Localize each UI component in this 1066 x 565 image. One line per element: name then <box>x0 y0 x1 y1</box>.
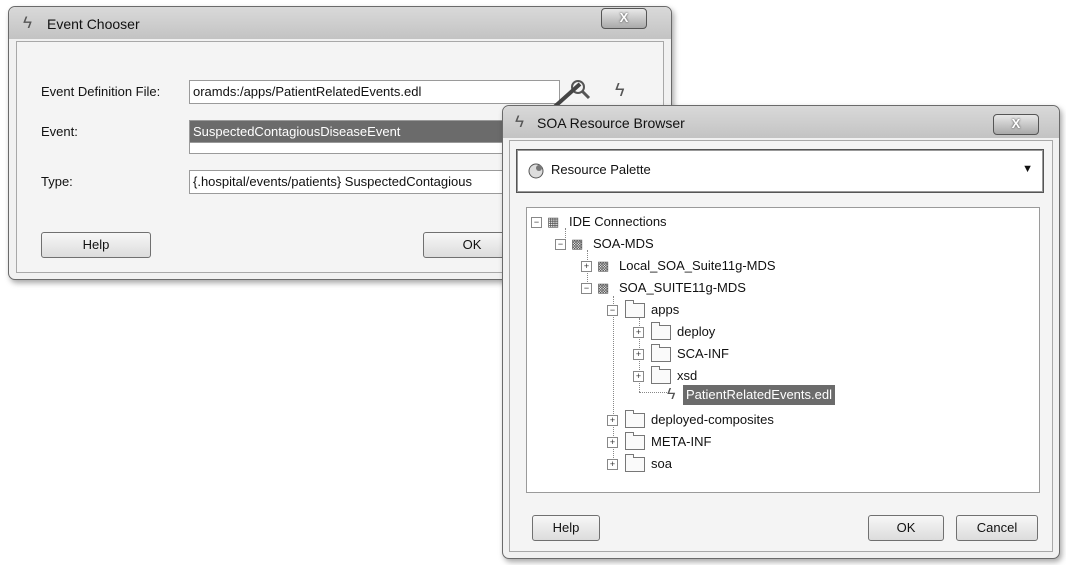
expand-icon[interactable]: + <box>607 437 618 448</box>
event-definition-label: Event Definition File: <box>41 84 161 99</box>
close-button[interactable]: X <box>993 114 1039 135</box>
tree-node-label: Local_SOA_Suite11g-MDS <box>619 258 776 273</box>
window-title: SOA Resource Browser <box>537 115 685 131</box>
tree-node-label: SCA-INF <box>677 346 729 361</box>
expand-icon[interactable]: + <box>607 459 618 470</box>
type-label: Type: <box>41 174 73 189</box>
connections-icon: ▦ <box>547 214 560 229</box>
event-label: Event: <box>41 124 78 139</box>
folder-icon <box>651 322 671 340</box>
expand-icon[interactable]: + <box>633 371 644 382</box>
tree-node-label: META-INF <box>651 434 712 449</box>
resource-tree[interactable]: − ▦ IDE Connections − ▩ SOA-MDS + ▩ Loca… <box>526 207 1040 493</box>
resource-browser-body: Resource Palette ▼ − ▦ IDE Connections −… <box>509 140 1053 552</box>
ok-button[interactable]: OK <box>868 515 944 541</box>
cancel-button-label: Cancel <box>976 520 1018 535</box>
folder-icon <box>625 300 645 318</box>
help-button-label: Help <box>552 520 580 535</box>
window-title: Event Chooser <box>47 16 140 32</box>
event-field-lower <box>189 142 514 154</box>
event-chooser-titlebar[interactable]: ϟ Event Chooser <box>9 7 671 39</box>
tree-node-label: IDE Connections <box>569 214 667 229</box>
tree-node-label: soa <box>651 456 672 471</box>
ok-button-label: OK <box>462 237 482 252</box>
ok-button-label: OK <box>896 520 916 535</box>
connection-icon: ▩ <box>597 280 610 295</box>
collapse-icon[interactable]: − <box>555 239 566 250</box>
connection-icon: ▩ <box>597 258 610 273</box>
resource-palette-dropdown[interactable]: Resource Palette ▼ <box>516 149 1044 193</box>
collapse-icon[interactable]: − <box>581 283 592 294</box>
folder-icon <box>651 366 671 384</box>
tree-node-label: SOA_SUITE11g-MDS <box>619 280 746 295</box>
resource-browser-window: ϟ SOA Resource Browser X Resource Palett… <box>502 105 1060 559</box>
tree-node-label: SOA-MDS <box>593 236 654 251</box>
resource-browser-titlebar[interactable]: ϟ SOA Resource Browser <box>503 106 1059 138</box>
close-button[interactable]: X <box>601 8 647 29</box>
type-field[interactable]: {.hospital/events/patients} SuspectedCon… <box>189 170 514 194</box>
lightning-icon: ϟ <box>515 112 524 131</box>
resource-palette-value: Resource Palette <box>551 162 651 177</box>
collapse-icon[interactable]: − <box>607 305 618 316</box>
event-field[interactable]: SuspectedContagiousDiseaseEvent <box>189 120 514 144</box>
tree-line <box>639 392 669 393</box>
help-button-label: Help <box>82 237 110 252</box>
tree-node-label: deploy <box>677 324 716 339</box>
tree-node-label: PatientRelatedEvents.edl <box>683 385 835 405</box>
tree-node-label: deployed-composites <box>651 412 774 427</box>
lightning-icon[interactable]: ϟ <box>615 80 625 101</box>
folder-icon <box>625 432 645 450</box>
folder-icon <box>651 344 671 362</box>
cancel-button[interactable]: Cancel <box>956 515 1038 541</box>
expand-icon[interactable]: + <box>581 261 592 272</box>
help-button[interactable]: Help <box>532 515 600 541</box>
connection-icon: ▩ <box>571 236 584 251</box>
event-definition-field[interactable]: oramds:/apps/PatientRelatedEvents.edl <box>189 80 560 104</box>
expand-icon[interactable]: + <box>607 415 618 426</box>
folder-icon <box>625 454 645 472</box>
tree-node-label: xsd <box>677 368 698 383</box>
help-button[interactable]: Help <box>41 232 151 258</box>
lightning-icon: ϟ <box>667 386 676 403</box>
globe-icon <box>527 162 545 180</box>
chevron-down-icon[interactable]: ▼ <box>1022 163 1033 175</box>
expand-icon[interactable]: + <box>633 349 644 360</box>
tree-node-label: apps <box>651 302 680 317</box>
folder-icon <box>625 410 645 428</box>
tree-line <box>613 296 614 460</box>
collapse-icon[interactable]: − <box>531 217 542 228</box>
expand-icon[interactable]: + <box>633 327 644 338</box>
lightning-icon: ϟ <box>23 13 32 32</box>
